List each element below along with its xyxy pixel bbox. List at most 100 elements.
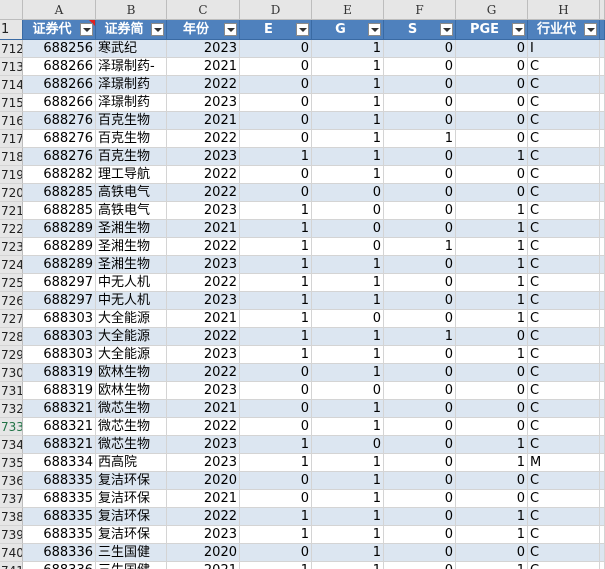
filter-dropdown-icon[interactable] xyxy=(151,23,164,36)
cell-security-name[interactable]: 泽璟制药- xyxy=(96,58,167,76)
cell-year[interactable]: 2021 xyxy=(167,112,240,130)
cell-g[interactable]: 1 xyxy=(312,256,384,274)
cell-e[interactable]: 1 xyxy=(240,454,312,472)
cell-security-name[interactable]: 圣湘生物 xyxy=(96,256,167,274)
cell-security-name[interactable]: 理工导航 xyxy=(96,166,167,184)
cell-e[interactable]: 0 xyxy=(240,94,312,112)
cell-e[interactable]: 0 xyxy=(240,184,312,202)
cell-industry-code[interactable]: C xyxy=(528,526,600,544)
cell-security-name[interactable]: 高铁电气 xyxy=(96,184,167,202)
cell-overflow[interactable] xyxy=(600,328,605,346)
cell-s[interactable]: 0 xyxy=(384,508,456,526)
cell-security-name[interactable]: 百克生物 xyxy=(96,112,167,130)
cell-year[interactable]: 2023 xyxy=(167,346,240,364)
cell-overflow[interactable] xyxy=(600,166,605,184)
cell-e[interactable]: 0 xyxy=(240,76,312,94)
cell-security-name[interactable]: 三生国健 xyxy=(96,562,167,569)
cell-industry-code[interactable]: C xyxy=(528,382,600,400)
cell-industry-code[interactable]: C xyxy=(528,112,600,130)
column-letter-f[interactable]: F xyxy=(384,0,456,20)
cell-overflow[interactable] xyxy=(600,292,605,310)
cell-year[interactable]: 2023 xyxy=(167,436,240,454)
cell-security-code[interactable]: 688303 xyxy=(23,346,96,364)
cell-e[interactable]: 0 xyxy=(240,364,312,382)
cell-s[interactable]: 0 xyxy=(384,256,456,274)
cell-s[interactable]: 0 xyxy=(384,490,456,508)
header-security-name[interactable]: 证券简 xyxy=(96,20,167,40)
cell-year[interactable]: 2023 xyxy=(167,526,240,544)
cell-year[interactable]: 2023 xyxy=(167,40,240,58)
cell-year[interactable]: 2022 xyxy=(167,76,240,94)
cell-s[interactable]: 1 xyxy=(384,238,456,256)
cell-g[interactable]: 1 xyxy=(312,148,384,166)
cell-security-code[interactable]: 688321 xyxy=(23,436,96,454)
cell-pge[interactable]: 0 xyxy=(456,400,528,418)
cell-e[interactable]: 1 xyxy=(240,436,312,454)
cell-year[interactable]: 2020 xyxy=(167,544,240,562)
cell-year[interactable]: 2021 xyxy=(167,310,240,328)
cell-pge[interactable]: 0 xyxy=(456,76,528,94)
cell-s[interactable]: 0 xyxy=(384,220,456,238)
cell-security-code[interactable]: 688335 xyxy=(23,472,96,490)
cell-security-code[interactable]: 688335 xyxy=(23,526,96,544)
cell-industry-code[interactable]: C xyxy=(528,220,600,238)
cell-pge[interactable]: 0 xyxy=(456,418,528,436)
cell-g[interactable]: 1 xyxy=(312,40,384,58)
cell-s[interactable]: 0 xyxy=(384,58,456,76)
cell-e[interactable]: 0 xyxy=(240,166,312,184)
cell-overflow[interactable] xyxy=(600,40,605,58)
cell-s[interactable]: 0 xyxy=(384,148,456,166)
cell-e[interactable]: 1 xyxy=(240,148,312,166)
cell-overflow[interactable] xyxy=(600,202,605,220)
cell-security-name[interactable]: 百克生物 xyxy=(96,148,167,166)
cell-g[interactable]: 1 xyxy=(312,400,384,418)
cell-security-name[interactable]: 复洁环保 xyxy=(96,526,167,544)
cell-industry-code[interactable]: C xyxy=(528,328,600,346)
cell-e[interactable]: 1 xyxy=(240,508,312,526)
cell-security-name[interactable]: 圣湘生物 xyxy=(96,220,167,238)
row-number[interactable]: 731 xyxy=(0,382,23,400)
row-number[interactable]: 739 xyxy=(0,526,23,544)
cell-s[interactable]: 0 xyxy=(384,184,456,202)
cell-pge[interactable]: 1 xyxy=(456,238,528,256)
cell-security-code[interactable]: 688282 xyxy=(23,166,96,184)
row-number[interactable]: 719 xyxy=(0,166,23,184)
cell-g[interactable]: 1 xyxy=(312,454,384,472)
cell-s[interactable]: 1 xyxy=(384,328,456,346)
cell-s[interactable]: 0 xyxy=(384,400,456,418)
cell-s[interactable]: 0 xyxy=(384,526,456,544)
cell-overflow[interactable] xyxy=(600,382,605,400)
filter-dropdown-icon[interactable] xyxy=(584,23,597,36)
cell-overflow[interactable] xyxy=(600,364,605,382)
cell-security-code[interactable]: 688266 xyxy=(23,94,96,112)
cell-year[interactable]: 2022 xyxy=(167,418,240,436)
cell-overflow[interactable] xyxy=(600,220,605,238)
row-number[interactable]: 729 xyxy=(0,346,23,364)
cell-e[interactable]: 1 xyxy=(240,292,312,310)
cell-security-code[interactable]: 688276 xyxy=(23,130,96,148)
select-all-corner[interactable] xyxy=(0,0,23,20)
header-security-code[interactable]: 证券代 xyxy=(23,20,96,40)
cell-g[interactable]: 1 xyxy=(312,112,384,130)
cell-e[interactable]: 0 xyxy=(240,40,312,58)
cell-industry-code[interactable]: C xyxy=(528,130,600,148)
cell-year[interactable]: 2023 xyxy=(167,256,240,274)
cell-industry-code[interactable]: M xyxy=(528,454,600,472)
cell-industry-code[interactable]: C xyxy=(528,418,600,436)
cell-g[interactable]: 1 xyxy=(312,490,384,508)
cell-g[interactable]: 1 xyxy=(312,292,384,310)
cell-overflow[interactable] xyxy=(600,472,605,490)
cell-e[interactable]: 1 xyxy=(240,256,312,274)
cell-overflow[interactable] xyxy=(600,148,605,166)
cell-security-code[interactable]: 688336 xyxy=(23,544,96,562)
filter-dropdown-icon[interactable] xyxy=(224,23,237,36)
cell-g[interactable]: 1 xyxy=(312,328,384,346)
cell-security-code[interactable]: 688335 xyxy=(23,490,96,508)
cell-industry-code[interactable]: C xyxy=(528,292,600,310)
cell-year[interactable]: 2022 xyxy=(167,238,240,256)
row-number[interactable]: 712 xyxy=(0,40,23,58)
row-number[interactable]: 737 xyxy=(0,490,23,508)
row-number[interactable]: 724 xyxy=(0,256,23,274)
cell-security-name[interactable]: 西高院 xyxy=(96,454,167,472)
cell-year[interactable]: 2022 xyxy=(167,166,240,184)
